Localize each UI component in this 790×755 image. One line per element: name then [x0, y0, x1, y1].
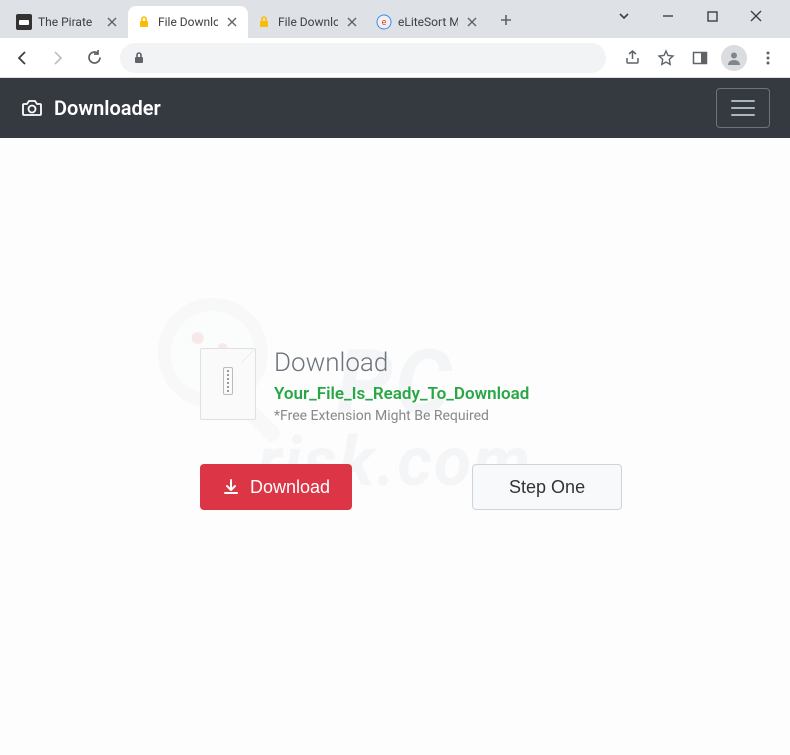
brand-label: Downloader	[54, 96, 161, 120]
hamburger-menu-button[interactable]	[716, 88, 770, 128]
page-viewport: Downloader PC risk.com Download Your_Fil…	[0, 78, 790, 755]
brand[interactable]: Downloader	[20, 96, 161, 120]
tab-title: File Downlo	[158, 15, 218, 29]
svg-text:e: e	[382, 18, 387, 28]
close-window-button[interactable]	[742, 2, 770, 30]
close-icon[interactable]	[464, 14, 480, 30]
app-header: Downloader	[0, 78, 790, 138]
download-block: Download Your_File_Is_Ready_To_Download …	[200, 348, 750, 424]
menu-button[interactable]	[752, 42, 784, 74]
zip-file-icon	[200, 348, 256, 420]
reload-button[interactable]	[78, 42, 110, 74]
step-one-label: Step One	[509, 477, 585, 498]
chevron-down-icon[interactable]	[610, 2, 638, 30]
toolbar	[0, 38, 790, 78]
titlebar: The Pirate File Downlo File Downlo	[0, 0, 790, 38]
tab-title: eLiteSort M	[398, 15, 458, 29]
back-button[interactable]	[6, 42, 38, 74]
window-controls	[598, 2, 782, 38]
lock-favicon-icon	[256, 14, 272, 30]
hamburger-icon	[731, 100, 755, 116]
tabs-strip: The Pirate File Downlo File Downlo	[8, 0, 598, 38]
avatar-icon	[721, 45, 747, 71]
camera-icon	[20, 96, 44, 120]
download-arrow-icon	[222, 478, 240, 496]
panel-icon[interactable]	[684, 42, 716, 74]
button-row: Download Step One	[200, 464, 750, 510]
download-note: *Free Extension Might Be Required	[274, 408, 529, 424]
main-content: Download Your_File_Is_Ready_To_Download …	[0, 138, 790, 510]
tab-file-download-2[interactable]: File Downlo	[248, 6, 368, 38]
profile-avatar[interactable]	[718, 42, 750, 74]
download-button[interactable]: Download	[200, 464, 352, 510]
toolbar-right	[616, 42, 784, 74]
download-button-label: Download	[250, 477, 330, 498]
close-icon[interactable]	[344, 14, 360, 30]
tab-pirate[interactable]: The Pirate	[8, 6, 128, 38]
tab-file-download-active[interactable]: File Downlo	[128, 6, 248, 38]
browser-chrome: The Pirate File Downlo File Downlo	[0, 0, 790, 78]
minimize-button[interactable]	[654, 2, 682, 30]
sort-favicon-icon: e	[376, 14, 392, 30]
share-icon[interactable]	[616, 42, 648, 74]
close-icon[interactable]	[224, 14, 240, 30]
lock-icon	[132, 51, 146, 65]
url-bar[interactable]	[120, 43, 606, 73]
star-icon[interactable]	[650, 42, 682, 74]
step-one-button[interactable]: Step One	[472, 464, 622, 510]
forward-button[interactable]	[42, 42, 74, 74]
tab-title: File Downlo	[278, 15, 338, 29]
tab-elitesort[interactable]: e eLiteSort M	[368, 6, 488, 38]
download-text: Download Your_File_Is_Ready_To_Download …	[274, 348, 529, 424]
lock-favicon-icon	[136, 14, 152, 30]
tab-title: The Pirate	[38, 15, 98, 29]
maximize-button[interactable]	[698, 2, 726, 30]
new-tab-button[interactable]	[492, 6, 520, 34]
pirate-favicon-icon	[16, 14, 32, 30]
download-ready-text: Your_File_Is_Ready_To_Download	[274, 384, 529, 404]
close-icon[interactable]	[104, 14, 120, 30]
download-heading: Download	[274, 348, 529, 378]
